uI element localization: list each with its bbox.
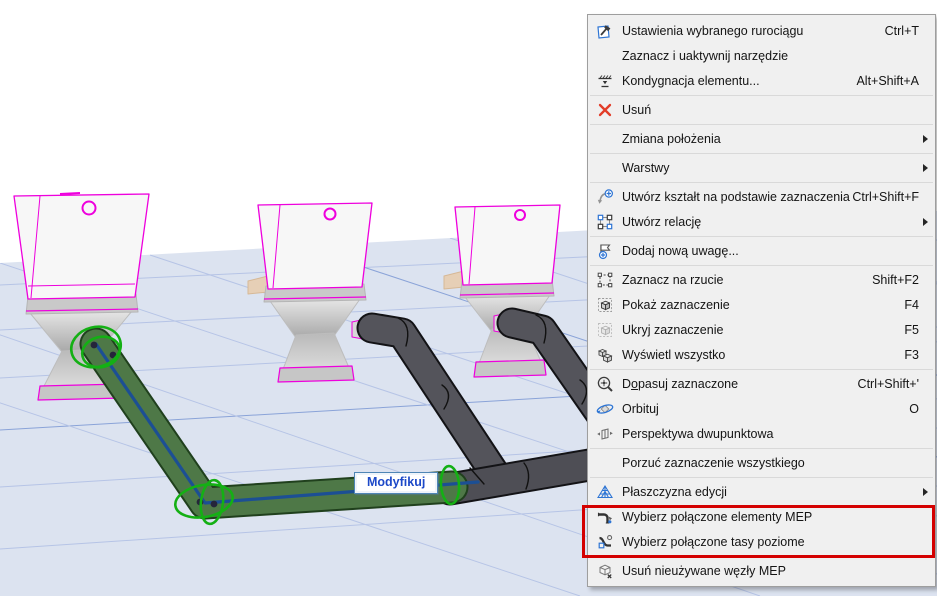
- menu-separator: [590, 94, 933, 96]
- menu-item-morph-from-selection[interactable]: Utwórz kształt na podstawie zaznaczenia …: [588, 184, 935, 209]
- delete-mep-nodes-icon: [595, 561, 615, 580]
- pipe-settings-icon: [595, 21, 615, 40]
- application-window: Modyfikuj Ustawienia wybranego rurociągu…: [0, 0, 937, 596]
- menu-item-fit-selection[interactable]: Dopasuj zaznaczone Ctrl+Shift+': [588, 371, 935, 396]
- menu-item-select-on-plan[interactable]: Zaznacz na rzucie Shift+F2: [588, 267, 935, 292]
- menu-item-show-selection[interactable]: Pokaż zaznaczenie F4: [588, 292, 935, 317]
- menu-item-deselect-all[interactable]: Porzuć zaznaczenie wszystkiego: [588, 450, 935, 475]
- menu-item-shortcut: Ctrl+T: [884, 23, 919, 38]
- context-menu: Ustawienia wybranego rurociągu Ctrl+T Za…: [587, 14, 936, 587]
- menu-separator: [590, 123, 933, 125]
- menu-item-layers[interactable]: Warstwy: [588, 155, 935, 180]
- mep-connected-elements-icon: [595, 507, 615, 526]
- menu-item-move[interactable]: Zmiana położenia: [588, 126, 935, 151]
- select-on-plan-icon: [595, 270, 615, 289]
- submenu-arrow-icon: [923, 217, 928, 226]
- hide-selection-icon: [595, 320, 615, 339]
- modify-tooltip: Modyfikuj: [354, 472, 439, 494]
- menu-item-pipe-settings[interactable]: Ustawienia wybranego rurociągu Ctrl+T: [588, 18, 935, 43]
- submenu-arrow-icon: [923, 134, 928, 143]
- two-point-perspective-icon: [595, 424, 615, 443]
- menu-separator: [590, 181, 933, 183]
- menu-item-delete-unused-mep-nodes[interactable]: Usuń nieużywane węzły MEP: [588, 558, 935, 583]
- menu-item-element-story[interactable]: Kondygnacja elementu... Alt+Shift+A: [588, 68, 935, 93]
- menu-separator: [590, 476, 933, 478]
- menu-item-create-relation[interactable]: Utwórz relację: [588, 209, 935, 234]
- menu-item-show-all[interactable]: Wyświetl wszystko F3: [588, 342, 935, 367]
- menu-item-select-connected-mep-elements[interactable]: Wybierz połączone elementy MEP: [588, 504, 935, 529]
- menu-item-label: Ustawienia wybranego rurociągu: [622, 23, 804, 38]
- create-relation-icon: [595, 212, 615, 231]
- menu-separator: [590, 555, 933, 557]
- submenu-arrow-icon: [923, 487, 928, 496]
- menu-item-editing-plane[interactable]: Płaszczyzna edycji: [588, 479, 935, 504]
- menu-item-select-activate-tool[interactable]: Zaznacz i uaktywnij narzędzie: [588, 43, 935, 68]
- editing-plane-icon: [595, 482, 615, 501]
- menu-separator: [590, 368, 933, 370]
- menu-item-add-note[interactable]: Dodaj nową uwagę...: [588, 238, 935, 263]
- delete-icon: [595, 100, 615, 119]
- menu-item-hide-selection[interactable]: Ukryj zaznaczenie F5: [588, 317, 935, 342]
- menu-separator: [590, 264, 933, 266]
- mep-connected-routes-icon: [595, 532, 615, 551]
- menu-separator: [590, 447, 933, 449]
- add-note-icon: [595, 241, 615, 260]
- submenu-arrow-icon: [923, 163, 928, 172]
- menu-separator: [590, 235, 933, 237]
- orbit-icon: [595, 399, 615, 418]
- morph-from-selection-icon: [595, 187, 615, 206]
- menu-separator: [590, 152, 933, 154]
- menu-item-two-point-perspective[interactable]: Perspektywa dwupunktowa: [588, 421, 935, 446]
- show-selection-icon: [595, 295, 615, 314]
- show-all-icon: [595, 345, 615, 364]
- menu-item-orbit[interactable]: Orbituj O: [588, 396, 935, 421]
- menu-item-label: Zaznacz i uaktywnij narzędzie: [622, 48, 789, 63]
- fit-selection-icon: [595, 374, 615, 393]
- menu-item-delete[interactable]: Usuń: [588, 97, 935, 122]
- story-level-icon: [595, 71, 615, 90]
- menu-item-select-connected-horizontal-routes[interactable]: Wybierz połączone tasy poziome: [588, 529, 935, 554]
